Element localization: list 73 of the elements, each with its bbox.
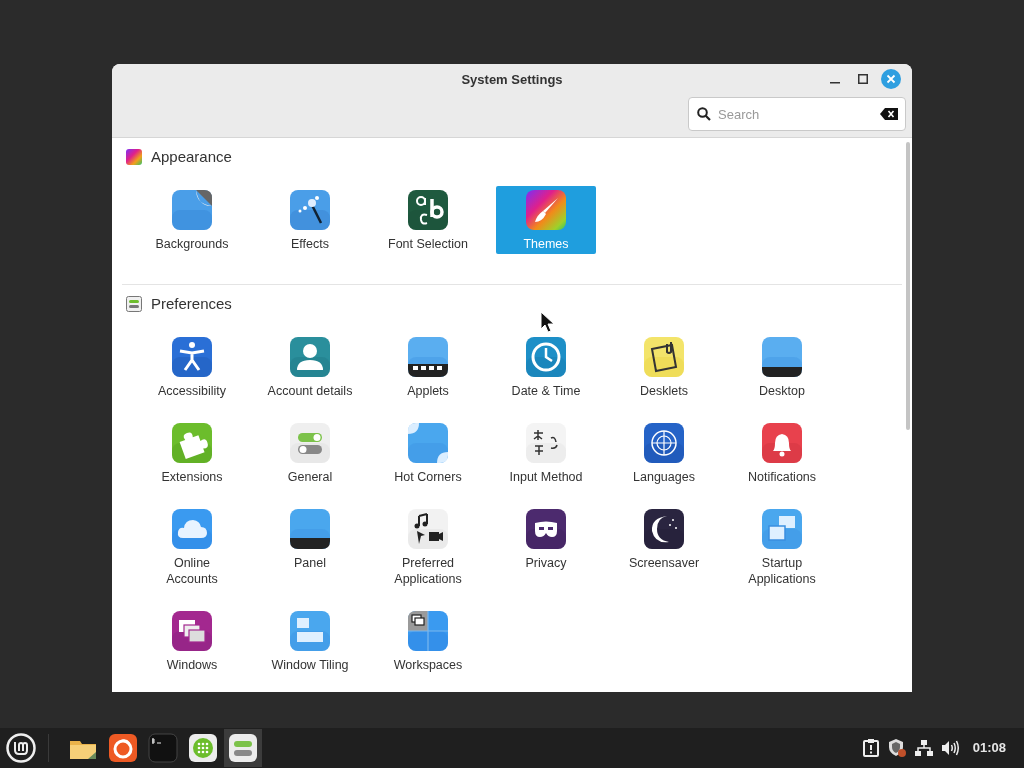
settings-item[interactable]: Online Accounts xyxy=(142,505,242,589)
scrollbar-thumb[interactable] xyxy=(906,142,910,430)
cloud-icon xyxy=(171,508,213,550)
wand-icon xyxy=(289,189,331,231)
settings-item[interactable]: Windows xyxy=(142,607,242,675)
terminal-icon xyxy=(148,733,178,763)
settings-item[interactable]: Hot Corners xyxy=(378,419,478,487)
input-method-icon xyxy=(525,422,567,464)
clock-time[interactable]: 01:08 xyxy=(972,738,1006,758)
menu-logo-icon[interactable] xyxy=(6,733,36,763)
section-title: Appearance xyxy=(151,146,232,167)
settings-item[interactable]: Desktop xyxy=(732,333,832,401)
minimize-icon xyxy=(830,82,840,84)
settings-item[interactable]: Account details xyxy=(260,333,360,401)
settings-item[interactable]: Privacy xyxy=(496,505,596,589)
moon-icon xyxy=(643,508,685,550)
settings-item[interactable]: Languages xyxy=(614,419,714,487)
accessibility-icon xyxy=(171,336,213,378)
maximize-icon xyxy=(858,74,868,84)
tiling-icon xyxy=(289,610,331,652)
app-grid-icon xyxy=(188,733,218,763)
mask-icon xyxy=(525,508,567,550)
search-icon xyxy=(697,107,711,121)
wallpaper-icon xyxy=(171,189,213,231)
settings-item[interactable]: Workspaces xyxy=(378,607,478,675)
windows-icon xyxy=(761,508,803,550)
clear-icon[interactable] xyxy=(880,108,898,120)
settings-item[interactable]: Panel xyxy=(260,505,360,589)
settings-item[interactable]: Applets xyxy=(378,333,478,401)
search-field[interactable]: Search xyxy=(688,97,906,131)
settings-item[interactable]: Backgrounds xyxy=(142,186,242,254)
section-title: Preferences xyxy=(151,293,232,314)
person-icon xyxy=(289,336,331,378)
desktop-icon xyxy=(761,336,803,378)
settings-item[interactable]: Preferred Applications xyxy=(378,505,478,589)
paintbrush-icon xyxy=(525,189,567,231)
settings-item[interactable]: Screensaver xyxy=(614,505,714,589)
clipboard-icon[interactable] xyxy=(862,739,879,757)
bell-icon xyxy=(761,422,803,464)
clock-icon xyxy=(525,336,567,378)
media-icon xyxy=(407,508,449,550)
settings-item[interactable]: Font Selection xyxy=(378,186,478,254)
preferences-icon xyxy=(126,296,142,312)
applet-panel-icon xyxy=(407,336,449,378)
network-icon[interactable] xyxy=(914,739,933,757)
mouse-cursor-icon xyxy=(540,311,556,333)
settings-item[interactable]: Desklets xyxy=(614,333,714,401)
close-icon xyxy=(881,69,901,89)
window-title: System Settings xyxy=(461,71,563,89)
settings-item[interactable]: Date & Time xyxy=(496,333,596,401)
toggle-icon xyxy=(289,422,331,464)
puzzle-icon xyxy=(171,422,213,464)
palette-icon xyxy=(126,149,142,165)
settings-item[interactable]: Startup Applications xyxy=(732,505,832,589)
windows-icon xyxy=(171,610,213,652)
shield-icon[interactable] xyxy=(886,738,907,758)
settings-item[interactable]: Notifications xyxy=(732,419,832,487)
taskbar-app-button[interactable] xyxy=(224,729,262,767)
settings-item[interactable]: Effects xyxy=(260,186,360,254)
toggle-icon xyxy=(228,733,258,763)
corners-icon xyxy=(407,422,449,464)
workspaces-icon xyxy=(407,610,449,652)
settings-item[interactable]: Extensions xyxy=(142,419,242,487)
note-icon xyxy=(643,336,685,378)
panel-icon xyxy=(289,508,331,550)
volume-icon[interactable] xyxy=(940,740,959,756)
settings-item[interactable]: Window Tiling xyxy=(260,607,360,675)
close-button[interactable] xyxy=(880,68,902,90)
settings-item[interactable]: Input Method xyxy=(496,419,596,487)
settings-item[interactable]: Accessibility xyxy=(142,333,242,401)
settings-item[interactable]: General xyxy=(260,419,360,487)
globe-icon xyxy=(643,422,685,464)
font-icon xyxy=(407,189,449,231)
